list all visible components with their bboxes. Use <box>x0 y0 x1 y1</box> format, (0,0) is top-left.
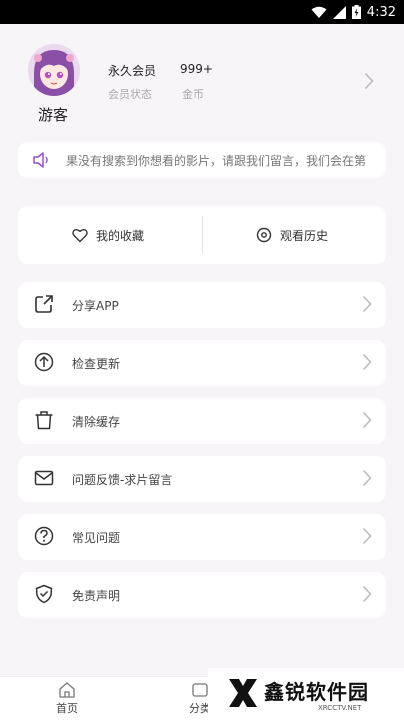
menu-item-feedback[interactable]: 问题反馈-求片留言 <box>18 456 386 502</box>
menu-label-disclaimer: 免责声明 <box>72 589 121 603</box>
chevron-right-icon <box>362 411 372 429</box>
watermark-text: 鑫锐软件园 <box>264 680 369 704</box>
watermark: 鑫锐软件园 XRCCTV.NET <box>208 668 404 720</box>
tab-home-label: 首页 <box>56 702 78 715</box>
divider <box>202 216 203 254</box>
speaker-icon <box>33 152 48 168</box>
menu-item-disclaimer[interactable]: 免责声明 <box>18 572 386 618</box>
menu-label-faq: 常见问题 <box>72 531 121 545</box>
status-bar: 4:32 <box>0 0 404 24</box>
category-icon <box>192 683 208 697</box>
nickname: 游客 <box>38 106 69 124</box>
chevron-right-icon <box>362 353 372 371</box>
favorites-button[interactable]: 我的收藏 <box>72 206 144 264</box>
watermark-logo <box>229 679 257 707</box>
membership-label: 会员状态 <box>108 88 152 101</box>
history-label: 观看历史 <box>280 228 329 243</box>
menu-item-clear-cache[interactable]: 清除缓存 <box>18 398 386 444</box>
notice-bar: 果没有搜索到你想看的影片，请跟我们留言，我们会在第 <box>18 142 386 178</box>
notice-text: 果没有搜索到你想看的影片，请跟我们留言，我们会在第 <box>66 154 367 168</box>
signal-icon <box>332 5 346 19</box>
chevron-right-icon <box>362 585 372 603</box>
membership-value: 永久会员 <box>108 64 157 78</box>
home-icon <box>59 682 75 698</box>
menu-label-clear-cache: 清除缓存 <box>72 415 121 429</box>
upload-icon <box>34 352 54 372</box>
tab-home[interactable]: 首页 <box>37 681 97 716</box>
menu-label-feedback: 问题反馈-求片留言 <box>72 473 173 487</box>
avatar[interactable] <box>28 44 80 96</box>
watermark-sub: XRCCTV.NET <box>318 704 362 712</box>
status-time: 4:32 <box>366 4 396 20</box>
mail-icon <box>34 470 54 486</box>
coins-value: 999+ <box>180 62 213 76</box>
menu-item-check-update[interactable]: 检查更新 <box>18 340 386 386</box>
trash-icon <box>35 411 53 430</box>
menu-label-check-update: 检查更新 <box>72 357 121 371</box>
question-icon <box>34 526 54 546</box>
profile-header[interactable]: 游客 永久会员 会员状态 999+ 金币 <box>0 24 404 134</box>
chevron-right-icon <box>362 295 372 313</box>
history-button[interactable]: 观看历史 <box>256 206 328 264</box>
menu-label-share: 分享APP <box>72 299 119 313</box>
battery-icon <box>351 5 361 19</box>
share-icon <box>35 295 53 313</box>
chevron-right-icon <box>362 469 372 487</box>
heart-icon <box>72 228 88 242</box>
history-icon <box>256 227 272 243</box>
wifi-icon <box>311 6 327 18</box>
menu-item-share[interactable]: 分享APP <box>18 282 386 328</box>
favorites-label: 我的收藏 <box>96 228 145 243</box>
menu-item-faq[interactable]: 常见问题 <box>18 514 386 560</box>
shield-check-icon <box>35 584 53 604</box>
chevron-right-icon <box>362 527 372 545</box>
coins-label: 金币 <box>182 88 204 101</box>
chevron-right-icon[interactable] <box>364 72 374 90</box>
quick-actions-card: 我的收藏 观看历史 <box>18 206 386 264</box>
